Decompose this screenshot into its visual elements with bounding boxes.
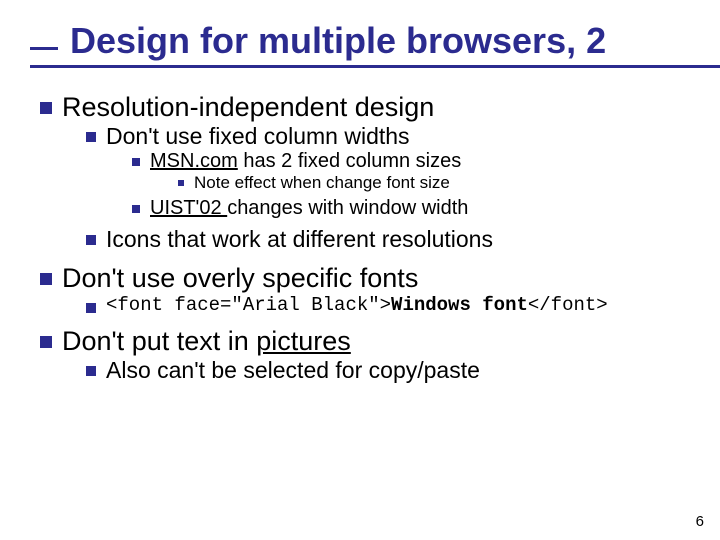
title-block: Design for multiple browsers, 2	[30, 20, 690, 62]
bullet-text: Don't put text in pictures	[62, 326, 351, 357]
bullet-note-font-size: Note effect when change font size	[178, 173, 690, 193]
link-uist[interactable]: UIST'02	[150, 197, 227, 219]
bullet-icons: Icons that work at different resolutions	[86, 226, 690, 253]
bullet-text: Don't use overly specific fonts	[62, 263, 418, 294]
slide: Design for multiple browsers, 2 Resoluti…	[0, 0, 720, 404]
code-bold: Windows font	[391, 294, 528, 316]
square-bullet-icon	[40, 336, 52, 348]
bullet-msn: MSN.com has 2 fixed column sizes Note ef…	[132, 150, 690, 193]
bullet-pictures: Don't put text in pictures Also can't be…	[40, 326, 690, 384]
text-before-link: Don't put text in	[62, 326, 256, 356]
bullet-copy-paste: Also can't be selected for copy/paste	[86, 357, 690, 384]
bullet-text: Resolution-independent design	[62, 92, 434, 123]
bullet-text: UIST'02 changes with window width	[150, 197, 468, 220]
link-msn[interactable]: MSN.com	[150, 150, 238, 172]
bullet-fonts: Don't use overly specific fonts <font fa…	[40, 263, 690, 316]
bullet-text: Don't use fixed column widths	[106, 123, 410, 150]
code-close: </font>	[528, 294, 608, 316]
bullet-fixed-widths: Don't use fixed column widths MSN.com ha…	[86, 123, 690, 220]
link-pictures[interactable]: pictures	[256, 326, 351, 356]
square-bullet-icon	[178, 180, 184, 186]
code-open: <font face="Arial Black">	[106, 294, 391, 316]
square-bullet-icon	[132, 205, 140, 213]
bullet-text: Note effect when change font size	[194, 173, 450, 193]
text-after-link: changes with window width	[227, 197, 468, 219]
slide-title: Design for multiple browsers, 2	[70, 20, 690, 62]
square-bullet-icon	[86, 303, 96, 313]
title-decor-line	[30, 65, 720, 68]
bullet-text: MSN.com has 2 fixed column sizes	[150, 150, 461, 173]
square-bullet-icon	[86, 366, 96, 376]
code-sample: <font face="Arial Black">Windows font</f…	[106, 294, 608, 316]
square-bullet-icon	[86, 235, 96, 245]
bullet-resolution: Resolution-independent design Don't use …	[40, 92, 690, 253]
content: Resolution-independent design Don't use …	[30, 92, 690, 384]
square-bullet-icon	[86, 132, 96, 142]
square-bullet-icon	[40, 102, 52, 114]
square-bullet-icon	[40, 273, 52, 285]
square-bullet-icon	[132, 158, 140, 166]
bullet-uist: UIST'02 changes with window width	[132, 197, 690, 220]
bullet-font-code: <font face="Arial Black">Windows font</f…	[86, 294, 690, 316]
bullet-text: Also can't be selected for copy/paste	[106, 357, 480, 384]
text-after-link: has 2 fixed column sizes	[238, 150, 461, 172]
page-number: 6	[696, 513, 704, 530]
bullet-text: Icons that work at different resolutions	[106, 226, 493, 253]
